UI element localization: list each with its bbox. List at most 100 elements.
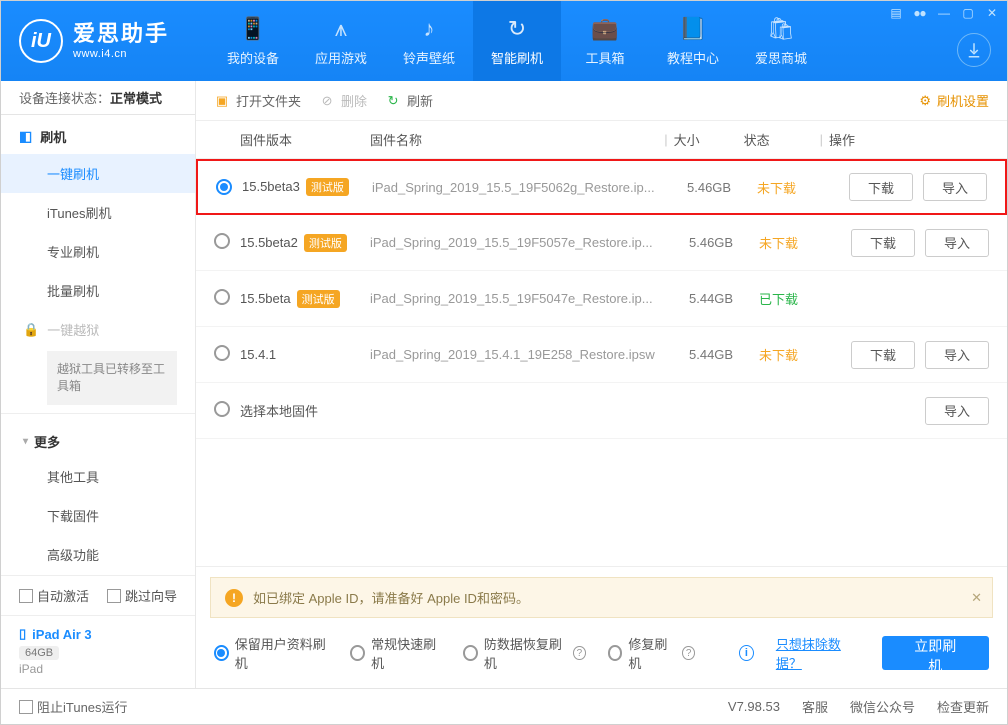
win-grid-icon[interactable]: ⦁⦁ xyxy=(911,5,929,21)
nav-icon: 🛍 xyxy=(767,16,795,42)
sidebar-more-item-1[interactable]: 下载固件 xyxy=(1,496,195,535)
mode-radio[interactable] xyxy=(350,645,365,661)
download-button[interactable]: 下载 xyxy=(851,341,915,369)
flash-mode-0[interactable]: 保留用户资料刷机 xyxy=(214,634,328,672)
top-nav: 📱我的设备⩚应用游戏♪铃声壁纸↻智能刷机💼工具箱📘教程中心🛍爱思商城 xyxy=(209,1,825,81)
firmware-version: 15.4.1 xyxy=(240,347,276,362)
table-row[interactable]: 15.4.1 iPad_Spring_2019_15.4.1_19E258_Res… xyxy=(196,327,1007,383)
check-update-link[interactable]: 检查更新 xyxy=(937,697,989,716)
flash-icon: ◧ xyxy=(19,128,32,145)
open-folder-button[interactable]: ▣ 打开文件夹 xyxy=(214,91,301,110)
table-row[interactable]: 15.5beta测试版iPad_Spring_2019_15.5_19F5047… xyxy=(196,271,1007,327)
flash-mode-1[interactable]: 常规快速刷机 xyxy=(350,634,441,672)
import-button[interactable]: 导入 xyxy=(923,173,987,201)
topnav-item-3[interactable]: ↻智能刷机 xyxy=(473,1,561,81)
firmware-name: iPad_Spring_2019_15.4.1_19E258_Restore.i… xyxy=(370,347,655,362)
mode-radio[interactable] xyxy=(463,645,478,661)
warning-icon: ! xyxy=(225,589,243,607)
firmware-name: iPad_Spring_2019_15.5_19F5062g_Restore.i… xyxy=(372,180,655,195)
firmware-version: 15.5beta2 xyxy=(240,235,298,250)
jailbreak-note: 越狱工具已转移至工具箱 xyxy=(47,351,177,405)
import-button[interactable]: 导入 xyxy=(925,229,989,257)
sidebar-item-3[interactable]: 批量刷机 xyxy=(1,271,195,310)
checkbox-auto-activate[interactable]: 自动激活 xyxy=(19,586,89,605)
sidebar: 设备连接状态：正常模式 ◧ 刷机 一键刷机iTunes刷机专业刷机批量刷机 🔒 … xyxy=(1,81,196,688)
flash-now-button[interactable]: 立即刷机 xyxy=(882,636,989,670)
import-button[interactable]: 导入 xyxy=(925,397,989,425)
gear-icon: ⚙ xyxy=(919,93,931,109)
toolbar: ▣ 打开文件夹 ⊘ 删除 ↻ 刷新 ⚙ 刷机设置 xyxy=(196,81,1007,121)
sidebar-item-0[interactable]: 一键刷机 xyxy=(1,154,195,193)
nav-icon: ↻ xyxy=(508,16,526,42)
info-icon[interactable]: i xyxy=(739,645,754,661)
firmware-status: 未下载 xyxy=(757,181,796,196)
sidebar-item-2[interactable]: 专业刷机 xyxy=(1,232,195,271)
folder-icon: ▣ xyxy=(214,93,230,109)
download-button[interactable]: 下载 xyxy=(851,229,915,257)
checkbox-block-itunes[interactable]: 阻止iTunes运行 xyxy=(19,697,128,716)
topnav-item-1[interactable]: ⩚应用游戏 xyxy=(297,1,385,81)
firmware-size: 5.46GB xyxy=(687,180,731,195)
firmware-status: 未下载 xyxy=(759,236,798,251)
logo-badge-icon: iU xyxy=(19,19,63,63)
win-close-icon[interactable]: ✕ xyxy=(983,5,1001,21)
sidebar-jailbreak: 🔒 一键越狱 xyxy=(1,310,195,345)
beta-badge: 测试版 xyxy=(304,234,347,252)
table-row[interactable]: 15.5beta2 测试版 iPad_Spring_2019_15.5_19F505… xyxy=(196,215,1007,271)
app-name: 爱思助手 xyxy=(73,21,169,47)
topnav-item-4[interactable]: 💼工具箱 xyxy=(561,1,649,81)
main-panel: ▣ 打开文件夹 ⊘ 删除 ↻ 刷新 ⚙ 刷机设置 固 xyxy=(196,81,1007,688)
device-type: iPad xyxy=(19,662,177,676)
refresh-icon: ↻ xyxy=(385,93,401,109)
close-icon[interactable]: ✕ xyxy=(971,590,982,606)
checkbox-skip-guide[interactable]: 跳过向导 xyxy=(107,586,177,605)
beta-badge: 测试版 xyxy=(306,178,349,196)
sidebar-more-item-0[interactable]: 其他工具 xyxy=(1,457,195,496)
topnav-item-0[interactable]: 📱我的设备 xyxy=(209,1,297,81)
mode-radio[interactable] xyxy=(214,645,229,661)
topnav-item-6[interactable]: 🛍爱思商城 xyxy=(737,1,825,81)
help-icon[interactable]: ? xyxy=(682,646,695,660)
firmware-version: 选择本地固件 xyxy=(240,404,318,419)
topnav-item-2[interactable]: ♪铃声壁纸 xyxy=(385,1,473,81)
row-radio[interactable] xyxy=(214,233,230,249)
win-minimize-icon[interactable]: — xyxy=(935,5,953,21)
firmware-version: 15.5beta xyxy=(240,291,291,306)
help-icon[interactable]: ? xyxy=(573,646,586,660)
delete-button[interactable]: ⊘ 删除 xyxy=(319,91,367,110)
device-info-box[interactable]: ▯iPad Air 3 64GB iPad xyxy=(1,615,195,688)
sidebar-item-1[interactable]: iTunes刷机 xyxy=(1,193,195,232)
topnav-item-5[interactable]: 📘教程中心 xyxy=(649,1,737,81)
refresh-button[interactable]: ↻ 刷新 xyxy=(385,91,433,110)
firmware-name: iPad_Spring_2019_15.5_19F5057e_Restore.i… xyxy=(370,235,653,250)
flash-settings-button[interactable]: ⚙ 刷机设置 xyxy=(919,91,989,110)
download-button[interactable]: 下载 xyxy=(849,173,913,201)
chevron-down-icon: ▾ xyxy=(23,436,28,447)
device-capacity: 64GB xyxy=(19,646,59,660)
sidebar-more-item-2[interactable]: 高级功能 xyxy=(1,535,195,574)
sidebar-options: 自动激活 跳过向导 xyxy=(1,576,195,615)
flash-mode-2[interactable]: 防数据恢复刷机? xyxy=(463,634,586,672)
row-radio[interactable] xyxy=(214,289,230,305)
table-row[interactable]: 15.5beta3测试版iPad_Spring_2019_15.5_19F506… xyxy=(196,159,1007,215)
wechat-link[interactable]: 微信公众号 xyxy=(850,697,915,716)
win-maximize-icon[interactable]: ▢ xyxy=(959,5,977,21)
mode-radio[interactable] xyxy=(608,645,623,661)
row-radio[interactable] xyxy=(216,179,232,195)
nav-icon: ♪ xyxy=(424,16,435,42)
sidebar-head-flash[interactable]: ◧ 刷机 xyxy=(1,115,195,154)
sidebar-head-more[interactable]: ▾ 更多 xyxy=(1,422,195,457)
table-row[interactable]: 选择本地固件 导入 xyxy=(196,383,1007,439)
flash-mode-row: 保留用户资料刷机常规快速刷机防数据恢复刷机? 修复刷机? i 只想抹除数据？ 立即… xyxy=(196,618,1007,688)
row-radio[interactable] xyxy=(214,401,230,417)
table-header: 固件版本 固件名称 | 大小 状态 | 操作 xyxy=(196,121,1007,159)
nav-icon: 📘 xyxy=(679,16,706,42)
import-button[interactable]: 导入 xyxy=(925,341,989,369)
device-icon: ▯ xyxy=(19,626,26,642)
flash-mode-3[interactable]: 修复刷机? xyxy=(608,634,695,672)
win-list-icon[interactable]: ▤ xyxy=(887,5,905,21)
support-link[interactable]: 客服 xyxy=(802,697,828,716)
row-radio[interactable] xyxy=(214,345,230,361)
erase-only-link[interactable]: 只想抹除数据？ xyxy=(776,634,860,672)
download-icon[interactable] xyxy=(957,33,991,67)
